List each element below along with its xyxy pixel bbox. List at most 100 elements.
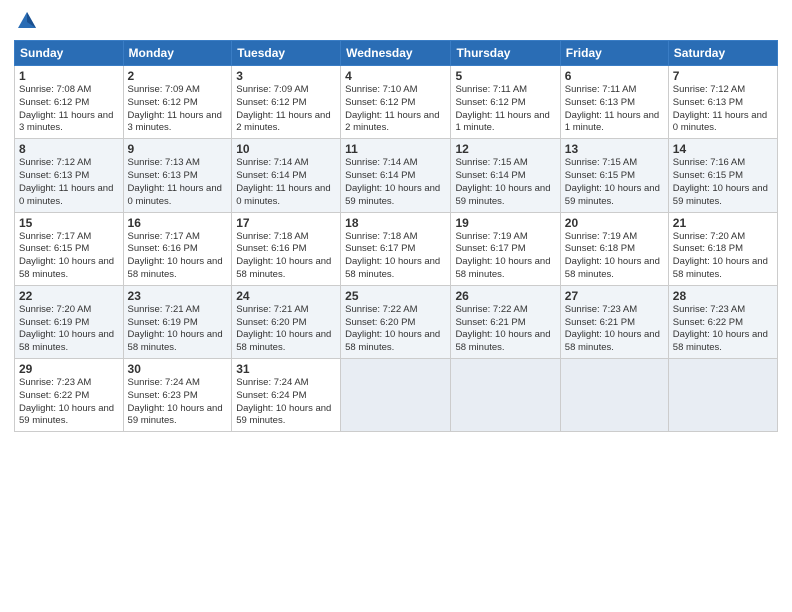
calendar-header-saturday: Saturday — [668, 41, 777, 66]
calendar-cell — [668, 359, 777, 432]
calendar-cell: 29Sunrise: 7:23 AMSunset: 6:22 PMDayligh… — [15, 359, 124, 432]
calendar-header-sunday: Sunday — [15, 41, 124, 66]
day-info: Sunrise: 7:15 AMSunset: 6:14 PMDaylight:… — [455, 157, 555, 208]
day-number: 3 — [236, 69, 336, 83]
day-info: Sunrise: 7:20 AMSunset: 6:18 PMDaylight:… — [673, 231, 773, 282]
calendar-cell: 11Sunrise: 7:14 AMSunset: 6:14 PMDayligh… — [341, 139, 451, 212]
day-info: Sunrise: 7:17 AMSunset: 6:15 PMDaylight:… — [19, 231, 119, 282]
day-info: Sunrise: 7:15 AMSunset: 6:15 PMDaylight:… — [565, 157, 664, 208]
calendar-cell: 25Sunrise: 7:22 AMSunset: 6:20 PMDayligh… — [341, 285, 451, 358]
day-number: 6 — [565, 69, 664, 83]
calendar-cell: 9Sunrise: 7:13 AMSunset: 6:13 PMDaylight… — [123, 139, 232, 212]
calendar-cell: 12Sunrise: 7:15 AMSunset: 6:14 PMDayligh… — [451, 139, 560, 212]
day-info: Sunrise: 7:16 AMSunset: 6:15 PMDaylight:… — [673, 157, 773, 208]
day-info: Sunrise: 7:23 AMSunset: 6:22 PMDaylight:… — [673, 304, 773, 355]
day-number: 1 — [19, 69, 119, 83]
day-info: Sunrise: 7:24 AMSunset: 6:23 PMDaylight:… — [128, 377, 228, 428]
calendar-row-2: 8Sunrise: 7:12 AMSunset: 6:13 PMDaylight… — [15, 139, 778, 212]
day-number: 13 — [565, 142, 664, 156]
calendar-row-3: 15Sunrise: 7:17 AMSunset: 6:15 PMDayligh… — [15, 212, 778, 285]
calendar-cell: 17Sunrise: 7:18 AMSunset: 6:16 PMDayligh… — [232, 212, 341, 285]
calendar-cell: 21Sunrise: 7:20 AMSunset: 6:18 PMDayligh… — [668, 212, 777, 285]
day-number: 16 — [128, 216, 228, 230]
calendar-cell — [451, 359, 560, 432]
day-number: 4 — [345, 69, 446, 83]
calendar-cell: 24Sunrise: 7:21 AMSunset: 6:20 PMDayligh… — [232, 285, 341, 358]
calendar-cell: 18Sunrise: 7:18 AMSunset: 6:17 PMDayligh… — [341, 212, 451, 285]
day-number: 9 — [128, 142, 228, 156]
day-number: 20 — [565, 216, 664, 230]
calendar-cell: 3Sunrise: 7:09 AMSunset: 6:12 PMDaylight… — [232, 66, 341, 139]
day-number: 25 — [345, 289, 446, 303]
calendar-cell: 10Sunrise: 7:14 AMSunset: 6:14 PMDayligh… — [232, 139, 341, 212]
day-info: Sunrise: 7:09 AMSunset: 6:12 PMDaylight:… — [236, 84, 336, 135]
calendar-header-thursday: Thursday — [451, 41, 560, 66]
day-info: Sunrise: 7:08 AMSunset: 6:12 PMDaylight:… — [19, 84, 119, 135]
day-info: Sunrise: 7:22 AMSunset: 6:20 PMDaylight:… — [345, 304, 446, 355]
calendar-cell: 31Sunrise: 7:24 AMSunset: 6:24 PMDayligh… — [232, 359, 341, 432]
calendar-cell: 30Sunrise: 7:24 AMSunset: 6:23 PMDayligh… — [123, 359, 232, 432]
calendar-header-monday: Monday — [123, 41, 232, 66]
day-info: Sunrise: 7:10 AMSunset: 6:12 PMDaylight:… — [345, 84, 446, 135]
day-info: Sunrise: 7:12 AMSunset: 6:13 PMDaylight:… — [19, 157, 119, 208]
day-info: Sunrise: 7:17 AMSunset: 6:16 PMDaylight:… — [128, 231, 228, 282]
day-info: Sunrise: 7:21 AMSunset: 6:19 PMDaylight:… — [128, 304, 228, 355]
day-info: Sunrise: 7:18 AMSunset: 6:17 PMDaylight:… — [345, 231, 446, 282]
calendar-cell: 4Sunrise: 7:10 AMSunset: 6:12 PMDaylight… — [341, 66, 451, 139]
calendar-cell: 19Sunrise: 7:19 AMSunset: 6:17 PMDayligh… — [451, 212, 560, 285]
day-info: Sunrise: 7:14 AMSunset: 6:14 PMDaylight:… — [236, 157, 336, 208]
calendar-cell: 14Sunrise: 7:16 AMSunset: 6:15 PMDayligh… — [668, 139, 777, 212]
page-header — [14, 10, 778, 32]
calendar-cell: 1Sunrise: 7:08 AMSunset: 6:12 PMDaylight… — [15, 66, 124, 139]
calendar-cell: 26Sunrise: 7:22 AMSunset: 6:21 PMDayligh… — [451, 285, 560, 358]
day-number: 21 — [673, 216, 773, 230]
day-number: 11 — [345, 142, 446, 156]
logo — [14, 10, 24, 32]
calendar-cell: 15Sunrise: 7:17 AMSunset: 6:15 PMDayligh… — [15, 212, 124, 285]
day-number: 12 — [455, 142, 555, 156]
calendar-cell: 2Sunrise: 7:09 AMSunset: 6:12 PMDaylight… — [123, 66, 232, 139]
day-info: Sunrise: 7:22 AMSunset: 6:21 PMDaylight:… — [455, 304, 555, 355]
day-number: 30 — [128, 362, 228, 376]
calendar-cell: 8Sunrise: 7:12 AMSunset: 6:13 PMDaylight… — [15, 139, 124, 212]
day-number: 23 — [128, 289, 228, 303]
day-number: 24 — [236, 289, 336, 303]
day-info: Sunrise: 7:11 AMSunset: 6:12 PMDaylight:… — [455, 84, 555, 135]
day-number: 26 — [455, 289, 555, 303]
day-info: Sunrise: 7:12 AMSunset: 6:13 PMDaylight:… — [673, 84, 773, 135]
calendar-cell: 6Sunrise: 7:11 AMSunset: 6:13 PMDaylight… — [560, 66, 668, 139]
day-number: 14 — [673, 142, 773, 156]
day-info: Sunrise: 7:09 AMSunset: 6:12 PMDaylight:… — [128, 84, 228, 135]
calendar-row-1: 1Sunrise: 7:08 AMSunset: 6:12 PMDaylight… — [15, 66, 778, 139]
day-info: Sunrise: 7:23 AMSunset: 6:22 PMDaylight:… — [19, 377, 119, 428]
day-number: 19 — [455, 216, 555, 230]
day-info: Sunrise: 7:19 AMSunset: 6:17 PMDaylight:… — [455, 231, 555, 282]
calendar-cell: 7Sunrise: 7:12 AMSunset: 6:13 PMDaylight… — [668, 66, 777, 139]
calendar-table: SundayMondayTuesdayWednesdayThursdayFrid… — [14, 40, 778, 432]
calendar-cell: 16Sunrise: 7:17 AMSunset: 6:16 PMDayligh… — [123, 212, 232, 285]
day-number: 18 — [345, 216, 446, 230]
calendar-cell — [560, 359, 668, 432]
day-number: 22 — [19, 289, 119, 303]
day-info: Sunrise: 7:20 AMSunset: 6:19 PMDaylight:… — [19, 304, 119, 355]
day-info: Sunrise: 7:13 AMSunset: 6:13 PMDaylight:… — [128, 157, 228, 208]
day-number: 17 — [236, 216, 336, 230]
calendar-header-tuesday: Tuesday — [232, 41, 341, 66]
day-number: 7 — [673, 69, 773, 83]
day-info: Sunrise: 7:23 AMSunset: 6:21 PMDaylight:… — [565, 304, 664, 355]
calendar-cell: 28Sunrise: 7:23 AMSunset: 6:22 PMDayligh… — [668, 285, 777, 358]
calendar-cell: 27Sunrise: 7:23 AMSunset: 6:21 PMDayligh… — [560, 285, 668, 358]
day-number: 2 — [128, 69, 228, 83]
calendar-cell: 22Sunrise: 7:20 AMSunset: 6:19 PMDayligh… — [15, 285, 124, 358]
day-number: 31 — [236, 362, 336, 376]
calendar-cell: 23Sunrise: 7:21 AMSunset: 6:19 PMDayligh… — [123, 285, 232, 358]
day-number: 28 — [673, 289, 773, 303]
day-number: 5 — [455, 69, 555, 83]
calendar-cell — [341, 359, 451, 432]
day-number: 8 — [19, 142, 119, 156]
calendar-cell: 20Sunrise: 7:19 AMSunset: 6:18 PMDayligh… — [560, 212, 668, 285]
calendar-row-5: 29Sunrise: 7:23 AMSunset: 6:22 PMDayligh… — [15, 359, 778, 432]
day-number: 15 — [19, 216, 119, 230]
day-info: Sunrise: 7:24 AMSunset: 6:24 PMDaylight:… — [236, 377, 336, 428]
day-number: 10 — [236, 142, 336, 156]
